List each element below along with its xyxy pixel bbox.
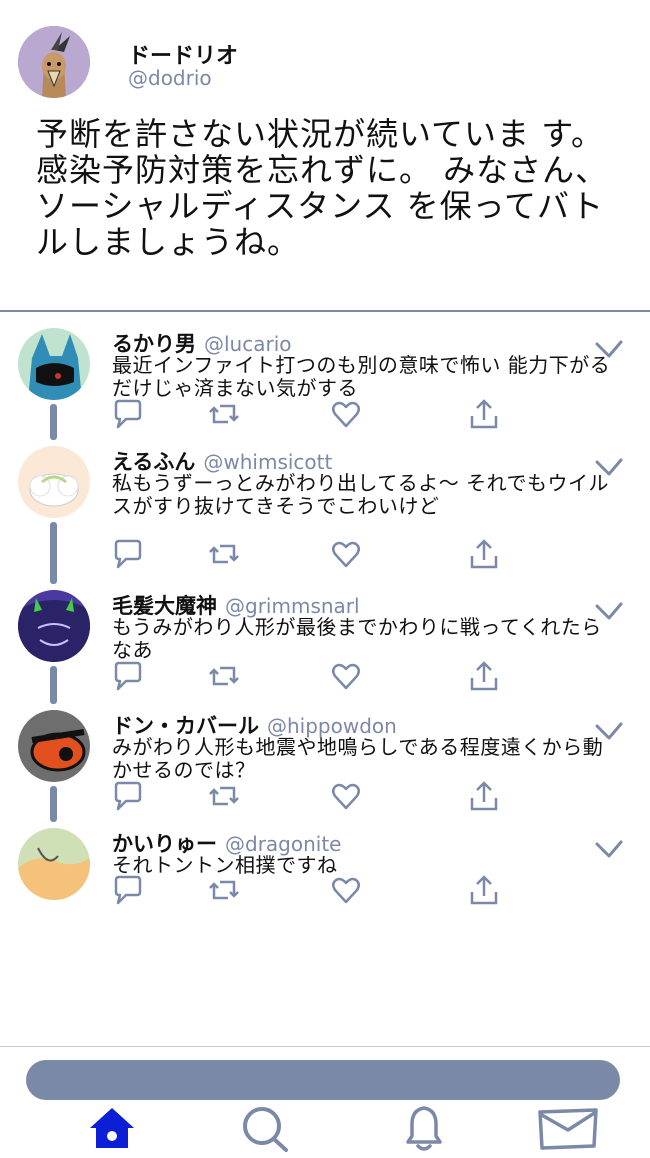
share-icon[interactable]: [468, 874, 500, 906]
speech-bubble-icon[interactable]: [112, 874, 144, 906]
reply-actions: [108, 398, 518, 430]
thread-connector: [50, 666, 57, 704]
thread-connector: [50, 404, 57, 440]
reply-text: 最近インファイト打つのも別の意味で怖い 能力下がるだけじゃ済まない気がする: [112, 353, 611, 400]
reply-text: 私もうずーっとみがわり出してるよ～ それでもウイルスがすり抜けてきそうでこわいけ…: [112, 471, 610, 518]
reply-actions: [108, 660, 518, 692]
speech-bubble-icon[interactable]: [112, 398, 144, 430]
reply-actions: [108, 780, 518, 812]
reply-item[interactable]: えるふん @whimsicott 私もうずーっとみがわり出してるよ～ それでもウイル…: [0, 436, 650, 569]
reply-actions: [108, 874, 518, 906]
main-author-handle[interactable]: @dodrio: [128, 66, 212, 90]
share-icon[interactable]: [468, 398, 500, 430]
reply-item[interactable]: 毛髪大魔神 @grimmsnarl もうみがわり人形が最後までかわりに戦ってくれたら…: [0, 580, 650, 700]
compose-bar[interactable]: [26, 1060, 620, 1100]
retweet-icon[interactable]: [208, 874, 240, 906]
checkmark-icon[interactable]: [594, 456, 624, 478]
speech-bubble-icon[interactable]: [112, 780, 144, 812]
speech-bubble-icon[interactable]: [112, 660, 144, 692]
reply-avatar[interactable]: [18, 828, 90, 900]
checkmark-icon[interactable]: [594, 838, 624, 860]
thread-connector: [50, 522, 57, 584]
retweet-icon[interactable]: [208, 780, 240, 812]
search-icon[interactable]: [238, 1102, 290, 1154]
reply-avatar[interactable]: [18, 590, 90, 662]
reply-avatar[interactable]: [18, 710, 90, 782]
reply-avatar[interactable]: [18, 446, 90, 518]
share-icon[interactable]: [468, 780, 500, 812]
reply-item[interactable]: るかり男 @lucario 最近インファイト打つのも別の意味で怖い 能力下がるだけじ…: [0, 318, 650, 438]
home-icon[interactable]: [86, 1102, 138, 1154]
mail-icon[interactable]: [536, 1102, 600, 1154]
reply-item[interactable]: かいりゅー @dragonite それトントン相撲ですね: [0, 818, 650, 938]
share-icon[interactable]: [468, 538, 500, 570]
reply-text: もうみがわり人形が最後までかわりに戦ってくれたらなあ: [112, 615, 602, 662]
divider: [0, 1046, 650, 1047]
checkmark-icon[interactable]: [594, 600, 624, 622]
main-avatar[interactable]: [18, 26, 90, 98]
heart-icon[interactable]: [330, 874, 362, 906]
retweet-icon[interactable]: [208, 398, 240, 430]
thread-connector: [50, 786, 57, 822]
divider: [0, 310, 650, 312]
main-post-text: 予断を許さない状況が続いていま す。 感染予防対策を忘れずに。 みなさん、ソーシ…: [36, 115, 609, 261]
checkmark-icon[interactable]: [594, 338, 624, 360]
checkmark-icon[interactable]: [594, 720, 624, 742]
reply-text: みがわり人形も地震や地鳴らしである程度遠くから動かせるのでは？: [112, 735, 604, 782]
retweet-icon[interactable]: [208, 538, 240, 570]
retweet-icon[interactable]: [208, 660, 240, 692]
heart-icon[interactable]: [330, 660, 362, 692]
speech-bubble-icon[interactable]: [112, 538, 144, 570]
reply-item[interactable]: ドン・カバール @hippowdon みがわり人形も地震や地鳴らしである程度遠くから…: [0, 700, 650, 820]
share-icon[interactable]: [468, 660, 500, 692]
heart-icon[interactable]: [330, 398, 362, 430]
reply-actions: [108, 538, 518, 570]
reply-avatar[interactable]: [18, 328, 90, 400]
bell-icon[interactable]: [398, 1102, 450, 1154]
heart-icon[interactable]: [330, 538, 362, 570]
heart-icon[interactable]: [330, 780, 362, 812]
